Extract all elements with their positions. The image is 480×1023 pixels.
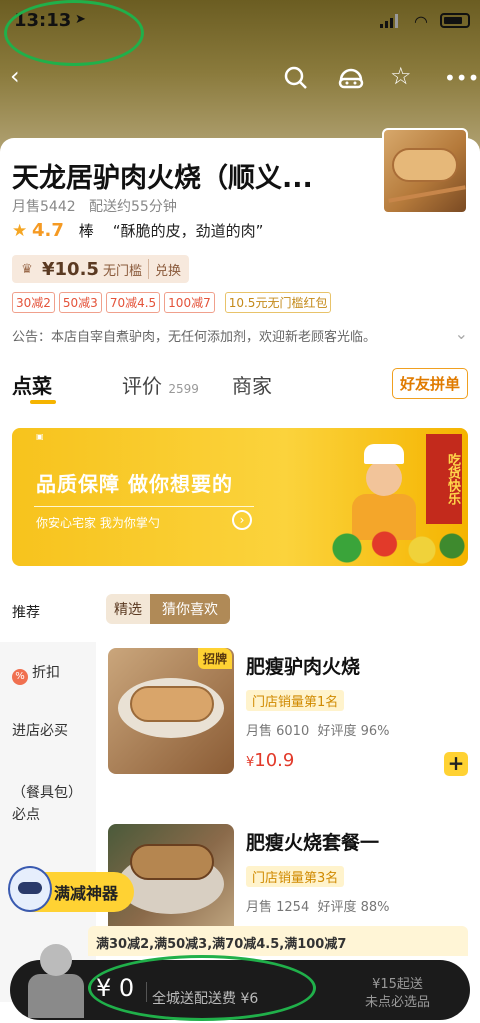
banner-title: 品质保障 做你想要的 (36, 472, 233, 496)
wifi-icon: ◠ (414, 12, 428, 31)
promo-tag: 30减2 (12, 292, 55, 313)
minimum-amount: ¥15起送 (372, 977, 423, 992)
dish-name: 肥瘦火烧套餐一 (246, 832, 380, 854)
dish-sales: 月售 1254 (246, 900, 310, 915)
promo-tag: 70减4.5 (105, 292, 161, 313)
monthly-sales: 月售5442 (12, 199, 76, 215)
promo-banner[interactable]: ▣ 品质保障 做你想要的 你安心宅家 我为你掌勺 › 吃货快乐 (12, 428, 468, 566)
search-icon[interactable] (284, 66, 308, 90)
dish-stats: 月售 1254 好评度 88% (246, 896, 390, 915)
coupon-amount: ¥10.5 (42, 258, 99, 280)
star-icon: ★ (12, 221, 28, 241)
promo-tag: 100减7 (164, 292, 215, 313)
store-notice[interactable]: 公告：本店自宰自煮驴肉，无任何添加剂，欢迎新老顾客光临。 (12, 326, 376, 345)
battery-icon (440, 13, 470, 28)
store-name: 天龙居驴肉火烧（顺义... (12, 163, 313, 194)
star-outline-icon[interactable]: ☆ (390, 62, 412, 90)
tab-reviews-label: 评价 (122, 374, 162, 398)
arrow-right-icon: › (232, 510, 252, 530)
tab-merchant[interactable]: 商家 (232, 370, 272, 399)
chevron-down-icon[interactable]: ⌄ (455, 324, 468, 343)
back-icon[interactable]: ‹ (10, 62, 20, 90)
tab-merchant-label: 商家 (232, 374, 272, 398)
sales-rank-badge: 门店销量第3名 (246, 866, 345, 887)
crown-icon: ♛ (21, 261, 33, 277)
promo-tag: 50减3 (58, 292, 102, 313)
dish-sales: 月售 6010 (246, 724, 310, 739)
active-tab-indicator (30, 400, 56, 404)
review-quote: “酥脆的皮，劲道的肉” (112, 222, 264, 240)
minimum-order: ¥15起送 未点必选品 (365, 976, 430, 1012)
signature-badge: 招牌 (198, 648, 233, 669)
sidebar-item-label: 进店必买 (12, 723, 68, 739)
coupon-condition: 无门槛 (102, 263, 142, 279)
dish-item[interactable]: 招牌 肥瘦驴肉火烧 门店销量第1名 月售 6010 好评度 96% ¥10.9 … (108, 648, 468, 784)
sidebar-item-tableware[interactable]: （餐具包）必点 (12, 782, 92, 826)
sidebar-item-label: （餐具包）必点 (12, 785, 82, 823)
delivery-time: 配送约55分钟 (89, 199, 177, 215)
chef-illustration (342, 444, 422, 540)
dish-name: 肥瘦驴肉火烧 (246, 656, 361, 678)
dish-rating: 好评度 96% (317, 724, 390, 739)
store-meta: 月售5442 配送约55分钟 (12, 196, 177, 216)
required-item-note: 未点必选品 (364, 995, 430, 1010)
sidebar-item-discount[interactable]: % 折扣 (12, 662, 92, 685)
banner-subtitle: 你安心宅家 我为你掌勺 (36, 516, 160, 530)
filter-guess-you-like[interactable]: 猜你喜欢 (150, 594, 230, 624)
annotation-circle-cart (88, 955, 316, 1021)
group-order-button[interactable]: 好友拼单 (391, 368, 468, 399)
red-packet-tag: 10.5元无门槛红包 (224, 292, 332, 313)
sidebar-item-label: 折扣 (32, 665, 60, 681)
robot-icon (8, 866, 52, 912)
add-to-cart-button[interactable]: + (444, 752, 468, 776)
dish-price: ¥10.9 (246, 750, 294, 771)
promo-tags: 30减2 50减3 70减4.5 100减7 10.5元无门槛红包 (12, 292, 332, 313)
customer-service-icon[interactable] (338, 66, 364, 90)
rating-row: ★ 4.7 棒 “酥脆的皮，劲道的肉” (12, 220, 263, 241)
category-sidebar: 推荐 % 折扣 进店必买 （餐具包）必点 (0, 590, 96, 1002)
discount-icon: % (12, 669, 28, 685)
dish-rating: 好评度 88% (317, 900, 390, 915)
filter-featured[interactable]: 精选 (106, 594, 150, 624)
tab-menu[interactable]: 点菜 (12, 370, 52, 399)
store-thumbnail (382, 128, 468, 214)
banner-logo: ▣ (36, 432, 44, 441)
discount-helper-button[interactable]: 满减神器 (8, 866, 135, 912)
sales-rank-badge: 门店销量第1名 (246, 690, 345, 711)
vegetables-illustration (317, 528, 467, 566)
price-value: 10.9 (254, 750, 295, 771)
tab-menu-label: 点菜 (12, 374, 52, 398)
courier-illustration (22, 940, 88, 1020)
more-icon[interactable]: ••• (444, 66, 479, 90)
sidebar-item-recommend[interactable]: 推荐 (12, 602, 40, 622)
annotation-circle-time (4, 0, 144, 66)
tab-reviews[interactable]: 评价 2599 (122, 370, 199, 399)
review-count: 2599 (168, 382, 199, 396)
redeem-button[interactable]: 兑换 (155, 260, 189, 279)
dish-stats: 月售 6010 好评度 96% (246, 720, 390, 739)
rating-score: 4.7 (32, 220, 64, 241)
helper-label: 满减神器 (54, 884, 119, 903)
filter-toggle: 精选 猜你喜欢 (106, 594, 230, 624)
sidebar-item-must-buy[interactable]: 进店必买 (12, 720, 92, 742)
banner-slogan: 吃货快乐 (426, 434, 462, 524)
rating-word: 棒 (78, 222, 94, 240)
discount-strip: 满30减2,满50减3,满70减4.5,满100减7 (88, 926, 468, 956)
member-coupon[interactable]: ♛ ¥10.5 无门槛 兑换 (12, 255, 189, 283)
signal-icon (380, 14, 398, 28)
